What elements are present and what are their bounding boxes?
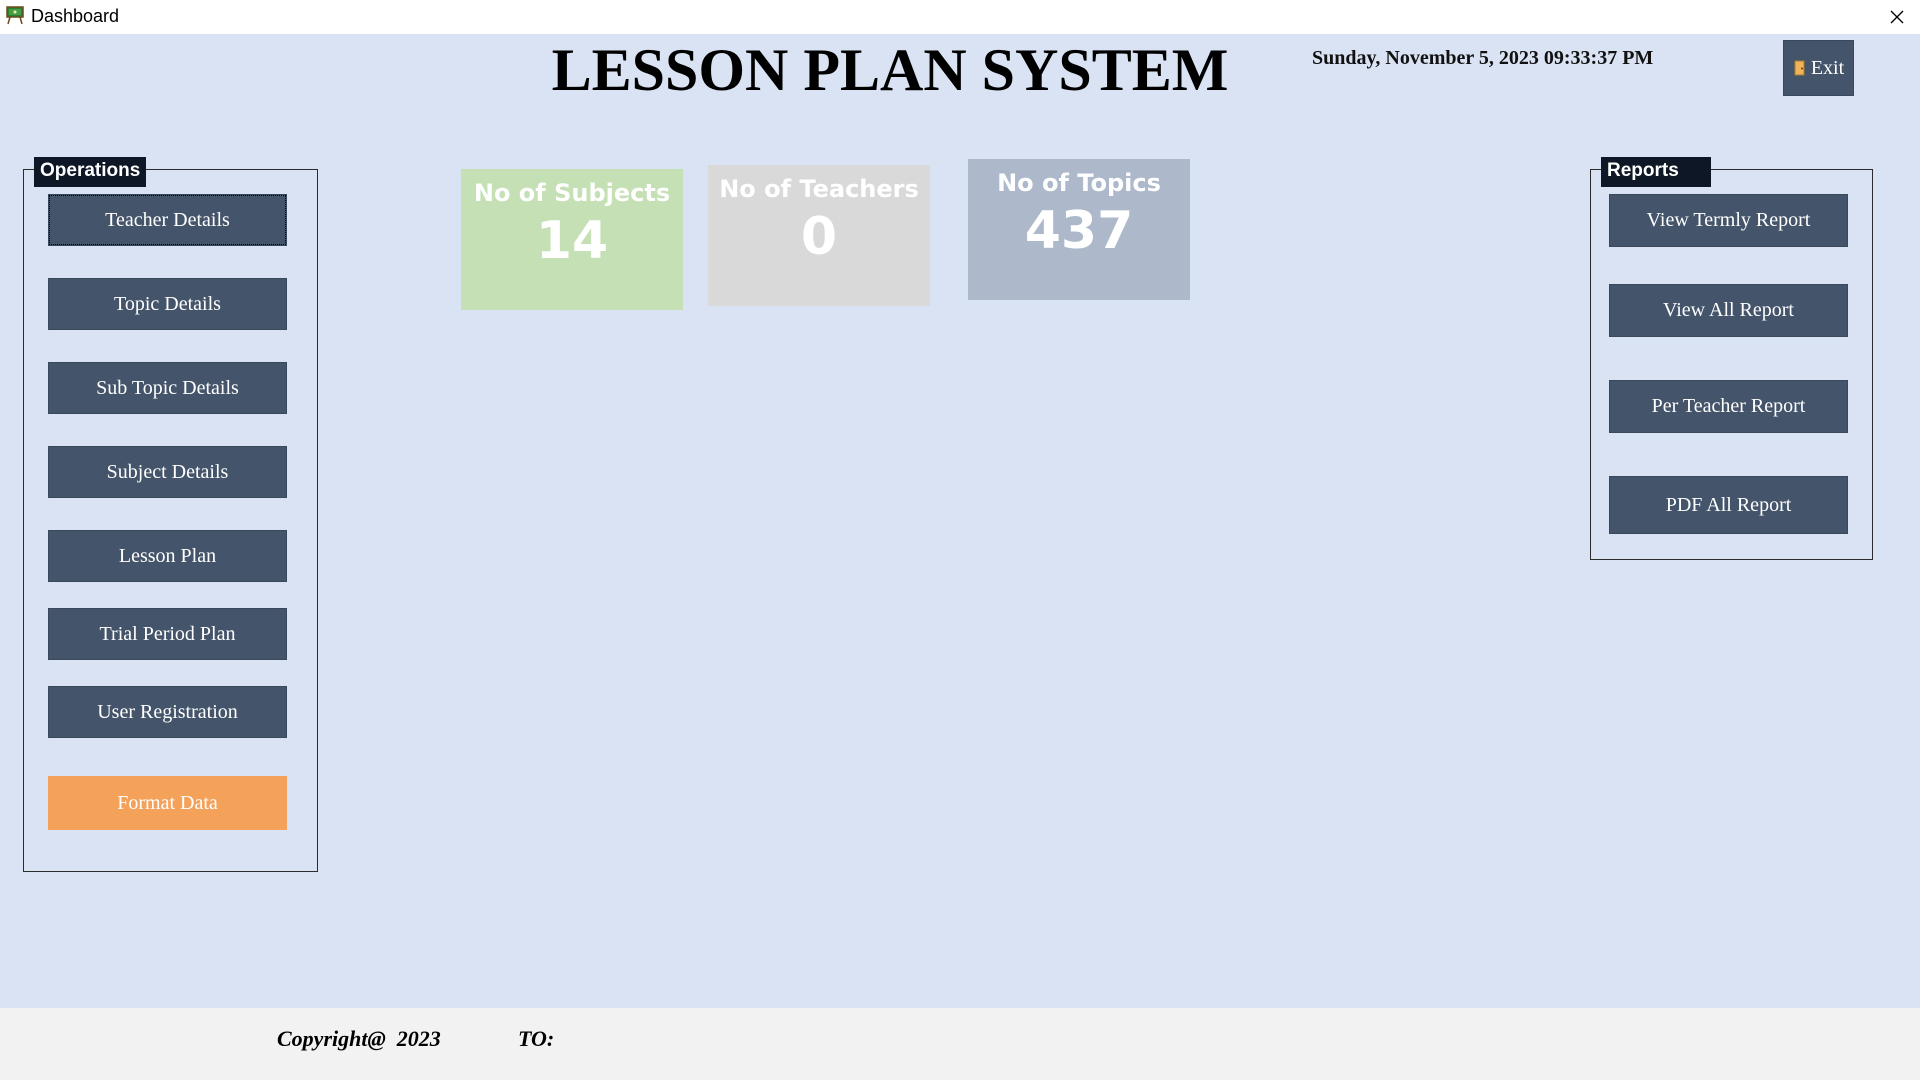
pdf-all-report-button[interactable]: PDF All Report (1609, 476, 1848, 534)
close-icon (1890, 10, 1904, 24)
teachers-count-label: No of Teachers (719, 175, 919, 203)
per-teacher-report-button[interactable]: Per Teacher Report (1609, 380, 1848, 433)
operations-label: Operations (34, 157, 147, 187)
app-icon (6, 6, 24, 25)
exit-button[interactable]: Exit (1783, 40, 1854, 96)
sub-topic-details-button[interactable]: Sub Topic Details (48, 362, 287, 414)
topics-count-card: No of Topics 437 (968, 159, 1190, 300)
page-title: LESSON PLAN SYSTEM (551, 37, 1229, 103)
teachers-count-card: No of Teachers 0 (708, 165, 930, 306)
subjects-count-card: No of Subjects 14 (461, 169, 683, 310)
subjects-count-value: 14 (535, 211, 609, 271)
subject-details-button[interactable]: Subject Details (48, 446, 287, 498)
window-title: Dashboard (31, 6, 120, 26)
current-datetime: Sunday, November 5, 2023 09:33:37 PM (1312, 47, 1654, 69)
exit-label: Exit (1810, 56, 1845, 79)
door-icon (1794, 60, 1805, 76)
reports-label: Reports (1601, 157, 1711, 187)
lesson-plan-button[interactable]: Lesson Plan (48, 530, 287, 582)
copyright-text: Copyright@ 2023 (277, 1026, 441, 1051)
view-termly-report-button[interactable]: View Termly Report (1609, 194, 1848, 247)
operations-group (23, 169, 318, 872)
subjects-count-label: No of Subjects (473, 179, 671, 207)
topic-details-button[interactable]: Topic Details (48, 278, 287, 330)
teachers-count-value: 0 (800, 207, 838, 267)
to-label: TO: (518, 1026, 555, 1051)
teacher-details-button[interactable]: Teacher Details (48, 194, 287, 246)
trial-period-plan-button[interactable]: Trial Period Plan (48, 608, 287, 660)
user-registration-button[interactable]: User Registration (48, 686, 287, 738)
view-all-report-button[interactable]: View All Report (1609, 284, 1848, 337)
topics-count-value: 437 (1024, 201, 1134, 261)
topics-count-label: No of Topics (997, 169, 1161, 197)
window-close-button[interactable] (1874, 0, 1920, 34)
window-titlebar: Dashboard (0, 0, 1920, 34)
format-data-button[interactable]: Format Data (48, 776, 287, 830)
